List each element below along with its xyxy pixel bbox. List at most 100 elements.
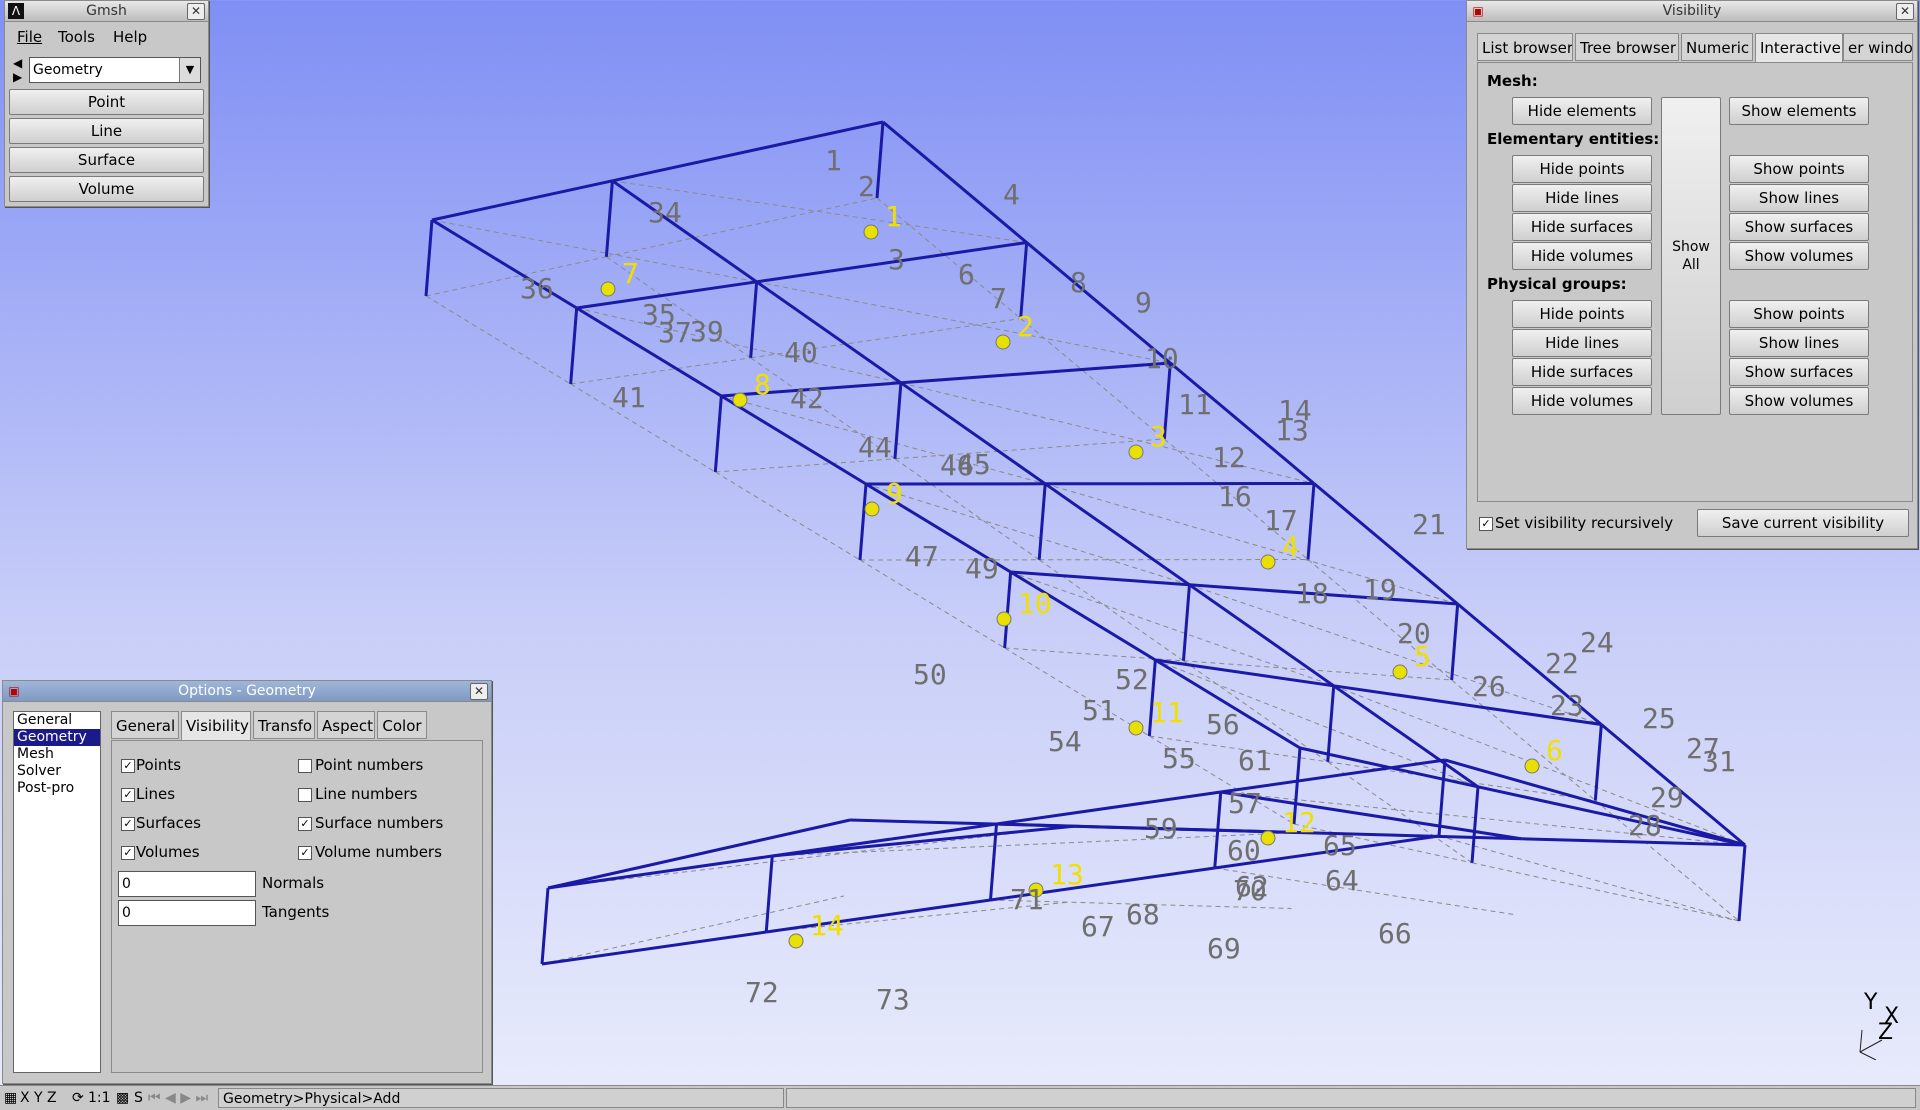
line-numbers-checkbox[interactable] — [298, 788, 312, 802]
tree-toggle-icon[interactable]: ◀▶ — [13, 56, 22, 84]
hide-lines-button[interactable]: Hide lines — [1512, 184, 1652, 212]
volume-point-marker — [1129, 721, 1143, 735]
surface-number-label: 3 — [888, 243, 905, 276]
rotate-icon[interactable]: ⟳ — [72, 1086, 84, 1110]
surface-button[interactable]: Surface — [9, 147, 204, 173]
phys-hide-lines-button[interactable]: Hide lines — [1512, 329, 1652, 357]
surface-number-label: 14 — [1278, 394, 1312, 427]
axes-indicator: Y X Z — [1850, 990, 1910, 1060]
lines-checkbox[interactable]: ✓ — [121, 788, 135, 802]
volume-button[interactable]: Volume — [9, 176, 204, 202]
category-solver[interactable]: Solver — [14, 763, 100, 780]
phys-hide-points-button[interactable]: Hide points — [1512, 300, 1652, 328]
close-icon[interactable]: ✕ — [187, 3, 205, 20]
wire-edge — [1452, 604, 1458, 680]
hidden-edge — [426, 296, 571, 384]
status-bar: ▦ X Y Z ⟳ 1:1 ▩ S ⏮ ◀ ▶ ⏭ Geometry>Physi… — [0, 1085, 1920, 1110]
wire-edge — [1445, 760, 1745, 845]
close-icon[interactable]: ✕ — [470, 683, 488, 700]
save-visibility-button[interactable]: Save current visibility — [1697, 509, 1909, 537]
hidden-edge — [715, 472, 860, 560]
surface-numbers-checkbox[interactable]: ✓ — [298, 817, 312, 831]
points-checkbox[interactable]: ✓ — [121, 759, 135, 773]
surface-number-label: 25 — [1642, 702, 1676, 735]
wire-edge — [1005, 572, 1011, 648]
tab-tree-browser[interactable]: Tree browser — [1575, 33, 1679, 61]
hide-surfaces-button[interactable]: Hide surfaces — [1512, 213, 1652, 241]
surface-number-label: 56 — [1206, 708, 1240, 741]
surfaces-checkbox[interactable]: ✓ — [121, 817, 135, 831]
tab-transfo[interactable]: Transfo — [253, 711, 315, 739]
show-points-button[interactable]: Show points — [1729, 155, 1869, 183]
phys-show-lines-button[interactable]: Show lines — [1729, 329, 1869, 357]
point-numbers-checkbox[interactable] — [298, 759, 312, 773]
tab-color[interactable]: Color — [377, 711, 427, 739]
tangents-input[interactable]: 0 — [118, 900, 256, 926]
axis-buttons[interactable]: X Y Z — [20, 1086, 57, 1110]
surface-number-label: 39 — [690, 315, 724, 348]
wire-edge — [1074, 826, 1298, 832]
volume-points — [601, 225, 1539, 948]
phys-show-surfaces-button[interactable]: Show surfaces — [1729, 358, 1869, 386]
tab-list-browser[interactable]: List browser — [1477, 33, 1573, 61]
show-surfaces-button[interactable]: Show surfaces — [1729, 213, 1869, 241]
module-select[interactable]: Geometry ▼ — [29, 57, 201, 83]
grid-icon[interactable]: ▦ — [4, 1086, 17, 1110]
hide-volumes-button[interactable]: Hide volumes — [1512, 242, 1652, 270]
elementary-heading: Elementary entities: — [1487, 130, 1659, 148]
category-general[interactable]: General — [14, 712, 100, 729]
wire-edge — [1439, 760, 1445, 836]
tab-general[interactable]: General — [111, 711, 179, 739]
show-all-button[interactable]: Show All — [1661, 97, 1721, 415]
phys-show-points-button[interactable]: Show points — [1729, 300, 1869, 328]
hide-elements-button[interactable]: Hide elements — [1512, 97, 1652, 125]
volume-number-label: 2 — [1017, 310, 1034, 343]
menu-help[interactable]: Help — [113, 28, 147, 46]
options-titlebar[interactable]: ▣ Options - Geometry ✕ — [3, 681, 491, 702]
recursive-label: Set visibility recursively — [1495, 514, 1673, 532]
gmsh-titlebar[interactable]: Λ Gmsh ✕ — [5, 1, 208, 22]
visibility-titlebar[interactable]: ▣ Visibility ✕ — [1467, 1, 1917, 22]
wire-edge — [715, 396, 721, 472]
playback-icons[interactable]: ⏮ ◀ ▶ ⏭ — [148, 1086, 208, 1110]
phys-hide-volumes-button[interactable]: Hide volumes — [1512, 387, 1652, 415]
close-icon[interactable]: ✕ — [1896, 3, 1914, 20]
volume-numbers-checkbox[interactable]: ✓ — [298, 846, 312, 860]
volumes-checkbox[interactable]: ✓ — [121, 846, 135, 860]
tab-numeric[interactable]: Numeric — [1681, 33, 1753, 61]
chevron-down-icon[interactable]: ▼ — [179, 58, 200, 82]
hide-points-button[interactable]: Hide points — [1512, 155, 1652, 183]
projection-icon[interactable]: ▩ — [116, 1086, 129, 1110]
category-list[interactable]: General Geometry Mesh Solver Post-pro — [13, 711, 101, 1073]
tab-visibility[interactable]: Visibility — [181, 711, 251, 741]
category-mesh[interactable]: Mesh — [14, 746, 100, 763]
category-geometry[interactable]: Geometry — [14, 729, 100, 746]
scale-button[interactable]: 1:1 — [88, 1086, 111, 1110]
gmsh-title: Gmsh — [86, 3, 127, 19]
phys-hide-surfaces-button[interactable]: Hide surfaces — [1512, 358, 1652, 386]
show-elements-button[interactable]: Show elements — [1729, 97, 1869, 125]
point-button[interactable]: Point — [9, 89, 204, 115]
phys-show-volumes-button[interactable]: Show volumes — [1729, 387, 1869, 415]
tab-interactive[interactable]: Interactive — [1755, 33, 1843, 63]
line-button[interactable]: Line — [9, 118, 204, 144]
show-lines-button[interactable]: Show lines — [1729, 184, 1869, 212]
tab-per-window[interactable]: er window — [1843, 33, 1913, 61]
surface-number-label: 51 — [1082, 694, 1116, 727]
show-volumes-button[interactable]: Show volumes — [1729, 242, 1869, 270]
s-button[interactable]: S — [134, 1086, 143, 1110]
normals-input[interactable]: 0 — [118, 871, 256, 897]
wire-edge — [542, 888, 548, 964]
surface-number-label: 73 — [876, 983, 910, 1016]
surface-number-label: 68 — [1126, 898, 1160, 931]
menu-tools[interactable]: Tools — [58, 28, 95, 46]
visibility-window: ▣ Visibility ✕ List browser Tree browser… — [1466, 0, 1918, 549]
surface-number-label: 36 — [520, 272, 554, 305]
surface-number-label: 42 — [790, 382, 824, 415]
menu-file[interactable]: File — [17, 28, 42, 46]
volume-number-labels: 1234567891011121314 — [622, 200, 1563, 942]
surface-number-label: 7 — [990, 282, 1007, 315]
category-post-pro[interactable]: Post-pro — [14, 780, 100, 797]
recursive-checkbox[interactable]: ✓ — [1479, 517, 1493, 531]
tab-aspect[interactable]: Aspect — [317, 711, 375, 739]
